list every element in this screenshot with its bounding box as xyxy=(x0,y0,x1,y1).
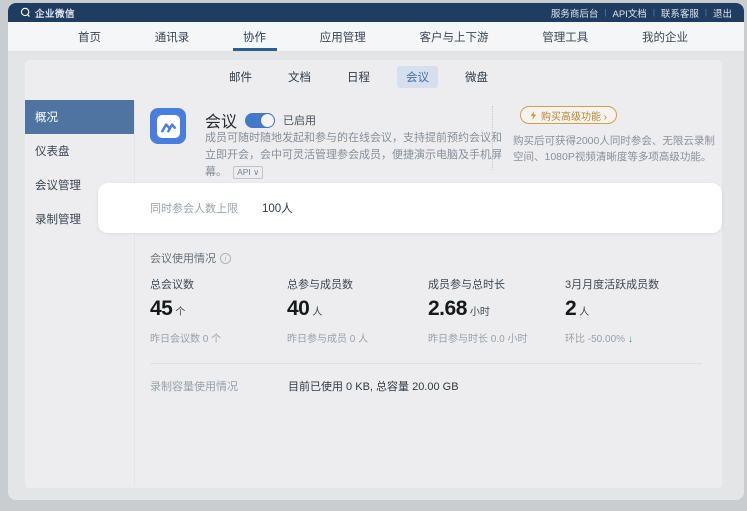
stat-label: 成员参与总时长 xyxy=(428,276,563,292)
divider: | xyxy=(705,8,707,17)
link-logout[interactable]: 退出 xyxy=(713,6,732,20)
screenshot-root: 企业微信 服务商后台 | API文档 | 联系客服 | 退出 首页 通讯录 协作… xyxy=(0,0,747,511)
buy-premium-label: 购买高级功能 › xyxy=(541,108,607,123)
enabled-status-label: 已启用 xyxy=(283,112,316,128)
stat-subtext: 昨日会议数 0 个 xyxy=(150,330,285,345)
premium-promo-panel: 购买高级功能 › 购买后可获得2000人同时参会、无限云录制空间、1080P视频… xyxy=(492,106,720,170)
tab-drive[interactable]: 微盘 xyxy=(456,66,497,88)
stat-monthly-active: 3月月度活跃成员数 2 人 环比 -50.00% ↓ xyxy=(565,276,700,345)
concurrent-limit-row: 同时参会人数上限 100人 xyxy=(98,183,722,233)
premium-promo-text: 购买后可获得2000人同时参会、无限云录制空间、1080P视频清晰度等多项高级功… xyxy=(513,133,715,165)
stat-total-duration: 成员参与总时长 2.68 小时 昨日参与时长 0.0 小时 xyxy=(428,276,563,345)
nav-home[interactable]: 首页 xyxy=(74,22,105,51)
meeting-icon xyxy=(157,115,180,138)
usage-title-text: 会议使用情况 xyxy=(150,250,216,266)
tab-mail[interactable]: 邮件 xyxy=(220,66,261,88)
stat-subtext: 昨日参与时长 0.0 小时 xyxy=(428,330,563,345)
stat-subtext: 昨日参与成员 0 人 xyxy=(287,330,422,345)
stat-label: 总会议数 xyxy=(150,276,285,292)
stat-value: 2.68 xyxy=(428,297,467,321)
sidebar: 概况 仪表盘 会议管理 录制管理 xyxy=(25,100,135,486)
nav-my-company[interactable]: 我的企业 xyxy=(638,22,692,51)
secondary-tabs: 邮件 文档 日程 会议 微盘 xyxy=(25,66,692,88)
stat-unit: 人 xyxy=(579,303,589,318)
concurrent-limit-value: 100人 xyxy=(262,200,293,216)
app-window: 企业微信 服务商后台 | API文档 | 联系客服 | 退出 首页 通讯录 协作… xyxy=(8,3,744,500)
stat-value: 45 xyxy=(150,297,172,321)
nav-collaboration[interactable]: 协作 xyxy=(239,22,270,51)
link-contact-support[interactable]: 联系客服 xyxy=(661,6,699,20)
link-provider-console[interactable]: 服务商后台 xyxy=(551,6,599,20)
buy-premium-button[interactable]: 购买高级功能 › xyxy=(520,106,617,124)
topbar-links: 服务商后台 | API文档 | 联系客服 | 退出 xyxy=(551,6,732,20)
recording-capacity-value: 目前已使用 0 KB, 总容量 20.00 GB xyxy=(288,378,459,394)
nav-app-management[interactable]: 应用管理 xyxy=(316,22,370,51)
app-title-row: 会议 已启用 xyxy=(205,108,316,132)
wecom-logo-icon xyxy=(20,7,31,18)
toggle-knob xyxy=(261,114,274,127)
stat-label: 3月月度活跃成员数 xyxy=(565,276,700,292)
recording-capacity-label: 录制容量使用情况 xyxy=(150,378,238,394)
api-dropdown-tag[interactable]: API ∨ xyxy=(233,166,263,179)
stat-value: 2 xyxy=(565,297,576,321)
meeting-app-icon xyxy=(150,108,186,144)
stat-unit: 个 xyxy=(175,303,185,318)
top-bar: 企业微信 服务商后台 | API文档 | 联系客服 | 退出 xyxy=(8,3,744,22)
nav-customers[interactable]: 客户与上下游 xyxy=(416,22,493,51)
divider: | xyxy=(653,8,655,17)
trend-down-arrow-icon: ↓ xyxy=(628,334,633,345)
sidebar-item-dashboard[interactable]: 仪表盘 xyxy=(25,134,134,168)
app-description: 成员可随时随地发起和参与的在线会议，支持提前预约会议和立即开会，会中可灵活管理参… xyxy=(205,130,503,181)
brand: 企业微信 xyxy=(20,6,75,20)
brand-name: 企业微信 xyxy=(35,6,75,20)
usage-section-title: 会议使用情况 i xyxy=(150,250,231,266)
tab-meeting[interactable]: 会议 xyxy=(397,66,438,88)
enable-toggle[interactable] xyxy=(245,113,275,128)
section-divider xyxy=(150,363,702,364)
stat-value: 40 xyxy=(287,297,309,321)
stat-total-meetings: 总会议数 45 个 昨日会议数 0 个 xyxy=(150,276,285,345)
info-icon[interactable]: i xyxy=(220,253,231,264)
stat-subtext: 环比 -50.00% ↓ xyxy=(565,330,700,345)
nav-contacts[interactable]: 通讯录 xyxy=(151,22,194,51)
tab-docs[interactable]: 文档 xyxy=(279,66,320,88)
spark-icon xyxy=(530,111,537,120)
stat-subtext-text: 环比 -50.00% xyxy=(565,334,625,345)
content-card: 邮件 文档 日程 会议 微盘 概况 仪表盘 会议管理 录制管理 xyxy=(25,60,722,488)
tab-calendar[interactable]: 日程 xyxy=(338,66,379,88)
sidebar-item-overview[interactable]: 概况 xyxy=(25,100,134,134)
app-title: 会议 xyxy=(205,108,237,132)
stat-label: 总参与成员数 xyxy=(287,276,422,292)
link-api-docs[interactable]: API文档 xyxy=(613,6,647,20)
stat-total-participants: 总参与成员数 40 人 昨日参与成员 0 人 xyxy=(287,276,422,345)
divider: | xyxy=(604,8,606,17)
nav-admin-tools[interactable]: 管理工具 xyxy=(538,22,592,51)
stat-unit: 人 xyxy=(312,303,322,318)
stat-unit: 小时 xyxy=(470,303,490,318)
concurrent-limit-label: 同时参会人数上限 xyxy=(150,200,238,216)
primary-nav: 首页 通讯录 协作 应用管理 客户与上下游 管理工具 我的企业 xyxy=(8,22,744,52)
